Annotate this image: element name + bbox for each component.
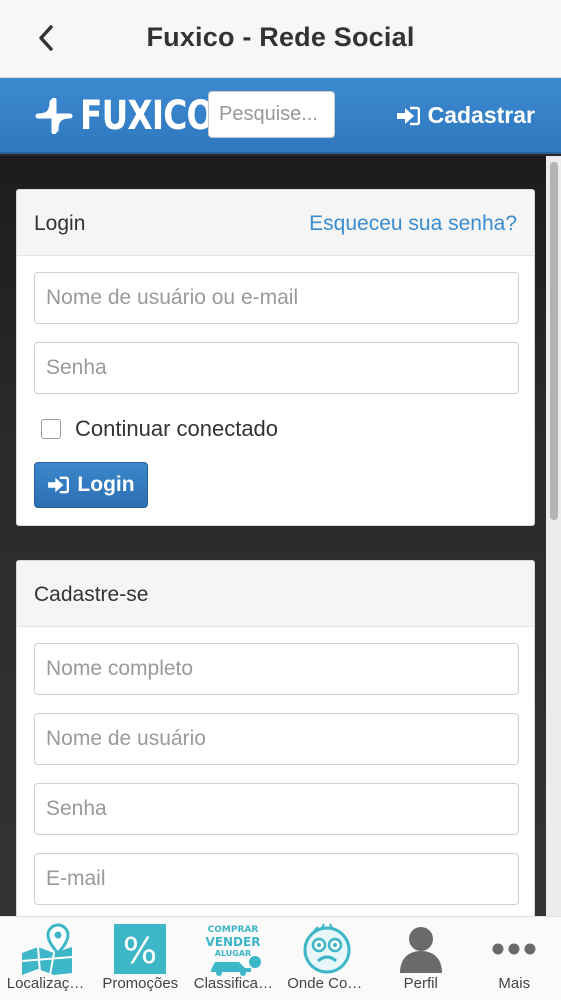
signup-email-field[interactable] — [34, 853, 519, 905]
page-title: Fuxico - Rede Social — [146, 22, 415, 52]
tab-perfil[interactable]: Perfil — [374, 917, 468, 1000]
bottom-tab-bar: Localizações % Promoções COMPRAR VENDER … — [0, 916, 561, 1000]
classifieds-word-buy: COMPRAR — [207, 925, 258, 935]
content-area: Login Esqueceu sua senha? Continuar cone… — [0, 156, 546, 960]
login-button-label: Login — [77, 473, 135, 496]
remember-me-label: Continuar conectado — [75, 416, 279, 441]
map-pin-icon — [21, 923, 72, 975]
login-title: Login — [34, 212, 86, 235]
scrollbar-thumb[interactable] — [550, 162, 558, 520]
tab-label: Onde Comer — [287, 975, 368, 992]
signup-username-field[interactable] — [34, 713, 519, 765]
svg-text:%: % — [123, 931, 157, 972]
username-email-field[interactable] — [34, 272, 519, 324]
classifieds-icon: COMPRAR VENDER ALUGAR — [205, 925, 261, 976]
password-field[interactable] — [34, 342, 519, 394]
signup-password-field[interactable] — [34, 783, 519, 835]
tab-promocoes[interactable]: % Promoções — [94, 917, 188, 1000]
remember-me-row[interactable]: Continuar conectado — [41, 416, 278, 442]
tab-classificados[interactable]: COMPRAR VENDER ALUGAR Classificados — [187, 917, 281, 1000]
login-panel: Login Esqueceu sua senha? Continuar cone… — [16, 189, 535, 526]
signup-link[interactable]: Cadastrar — [396, 102, 535, 129]
sign-in-icon — [396, 106, 420, 125]
forgot-password-link[interactable]: Esqueceu sua senha? — [309, 212, 517, 236]
sign-in-icon — [48, 476, 70, 494]
tab-mais[interactable]: Mais — [468, 917, 561, 1000]
signup-title: Cadastre-se — [34, 583, 149, 606]
logo-mark-icon — [35, 98, 73, 134]
classifieds-word-rent: ALUGAR — [215, 949, 251, 958]
tab-onde-comer[interactable]: Onde Comer — [281, 917, 375, 1000]
tab-label: Localizações — [6, 975, 87, 992]
search-input[interactable] — [208, 91, 335, 138]
tab-label: Mais — [498, 975, 531, 992]
scrollbar[interactable] — [546, 156, 561, 916]
remember-me-checkbox[interactable] — [41, 419, 61, 439]
signup-panel-heading: Cadastre-se — [17, 561, 534, 627]
percent-icon: % — [114, 924, 167, 974]
tab-label: Perfil — [403, 975, 438, 992]
site-navbar: FUXICO Cadastrar — [0, 78, 561, 154]
more-dots-icon — [492, 943, 536, 955]
logo-text: FUXICO — [80, 93, 214, 139]
signup-label: Cadastrar — [427, 102, 535, 128]
signup-panel: Cadastre-se — [16, 560, 535, 960]
login-panel-heading: Login Esqueceu sua senha? — [17, 190, 534, 256]
classifieds-word-sell: VENDER — [205, 935, 260, 949]
tab-label: Promoções — [102, 975, 179, 992]
user-icon — [399, 927, 442, 973]
tab-localizacoes[interactable]: Localizações — [0, 917, 94, 1000]
app-bar: Fuxico - Rede Social — [0, 0, 561, 78]
full-name-field[interactable] — [34, 643, 519, 695]
login-button[interactable]: Login — [34, 462, 148, 508]
face-icon — [303, 923, 351, 974]
tab-label: Classificados — [193, 975, 274, 992]
